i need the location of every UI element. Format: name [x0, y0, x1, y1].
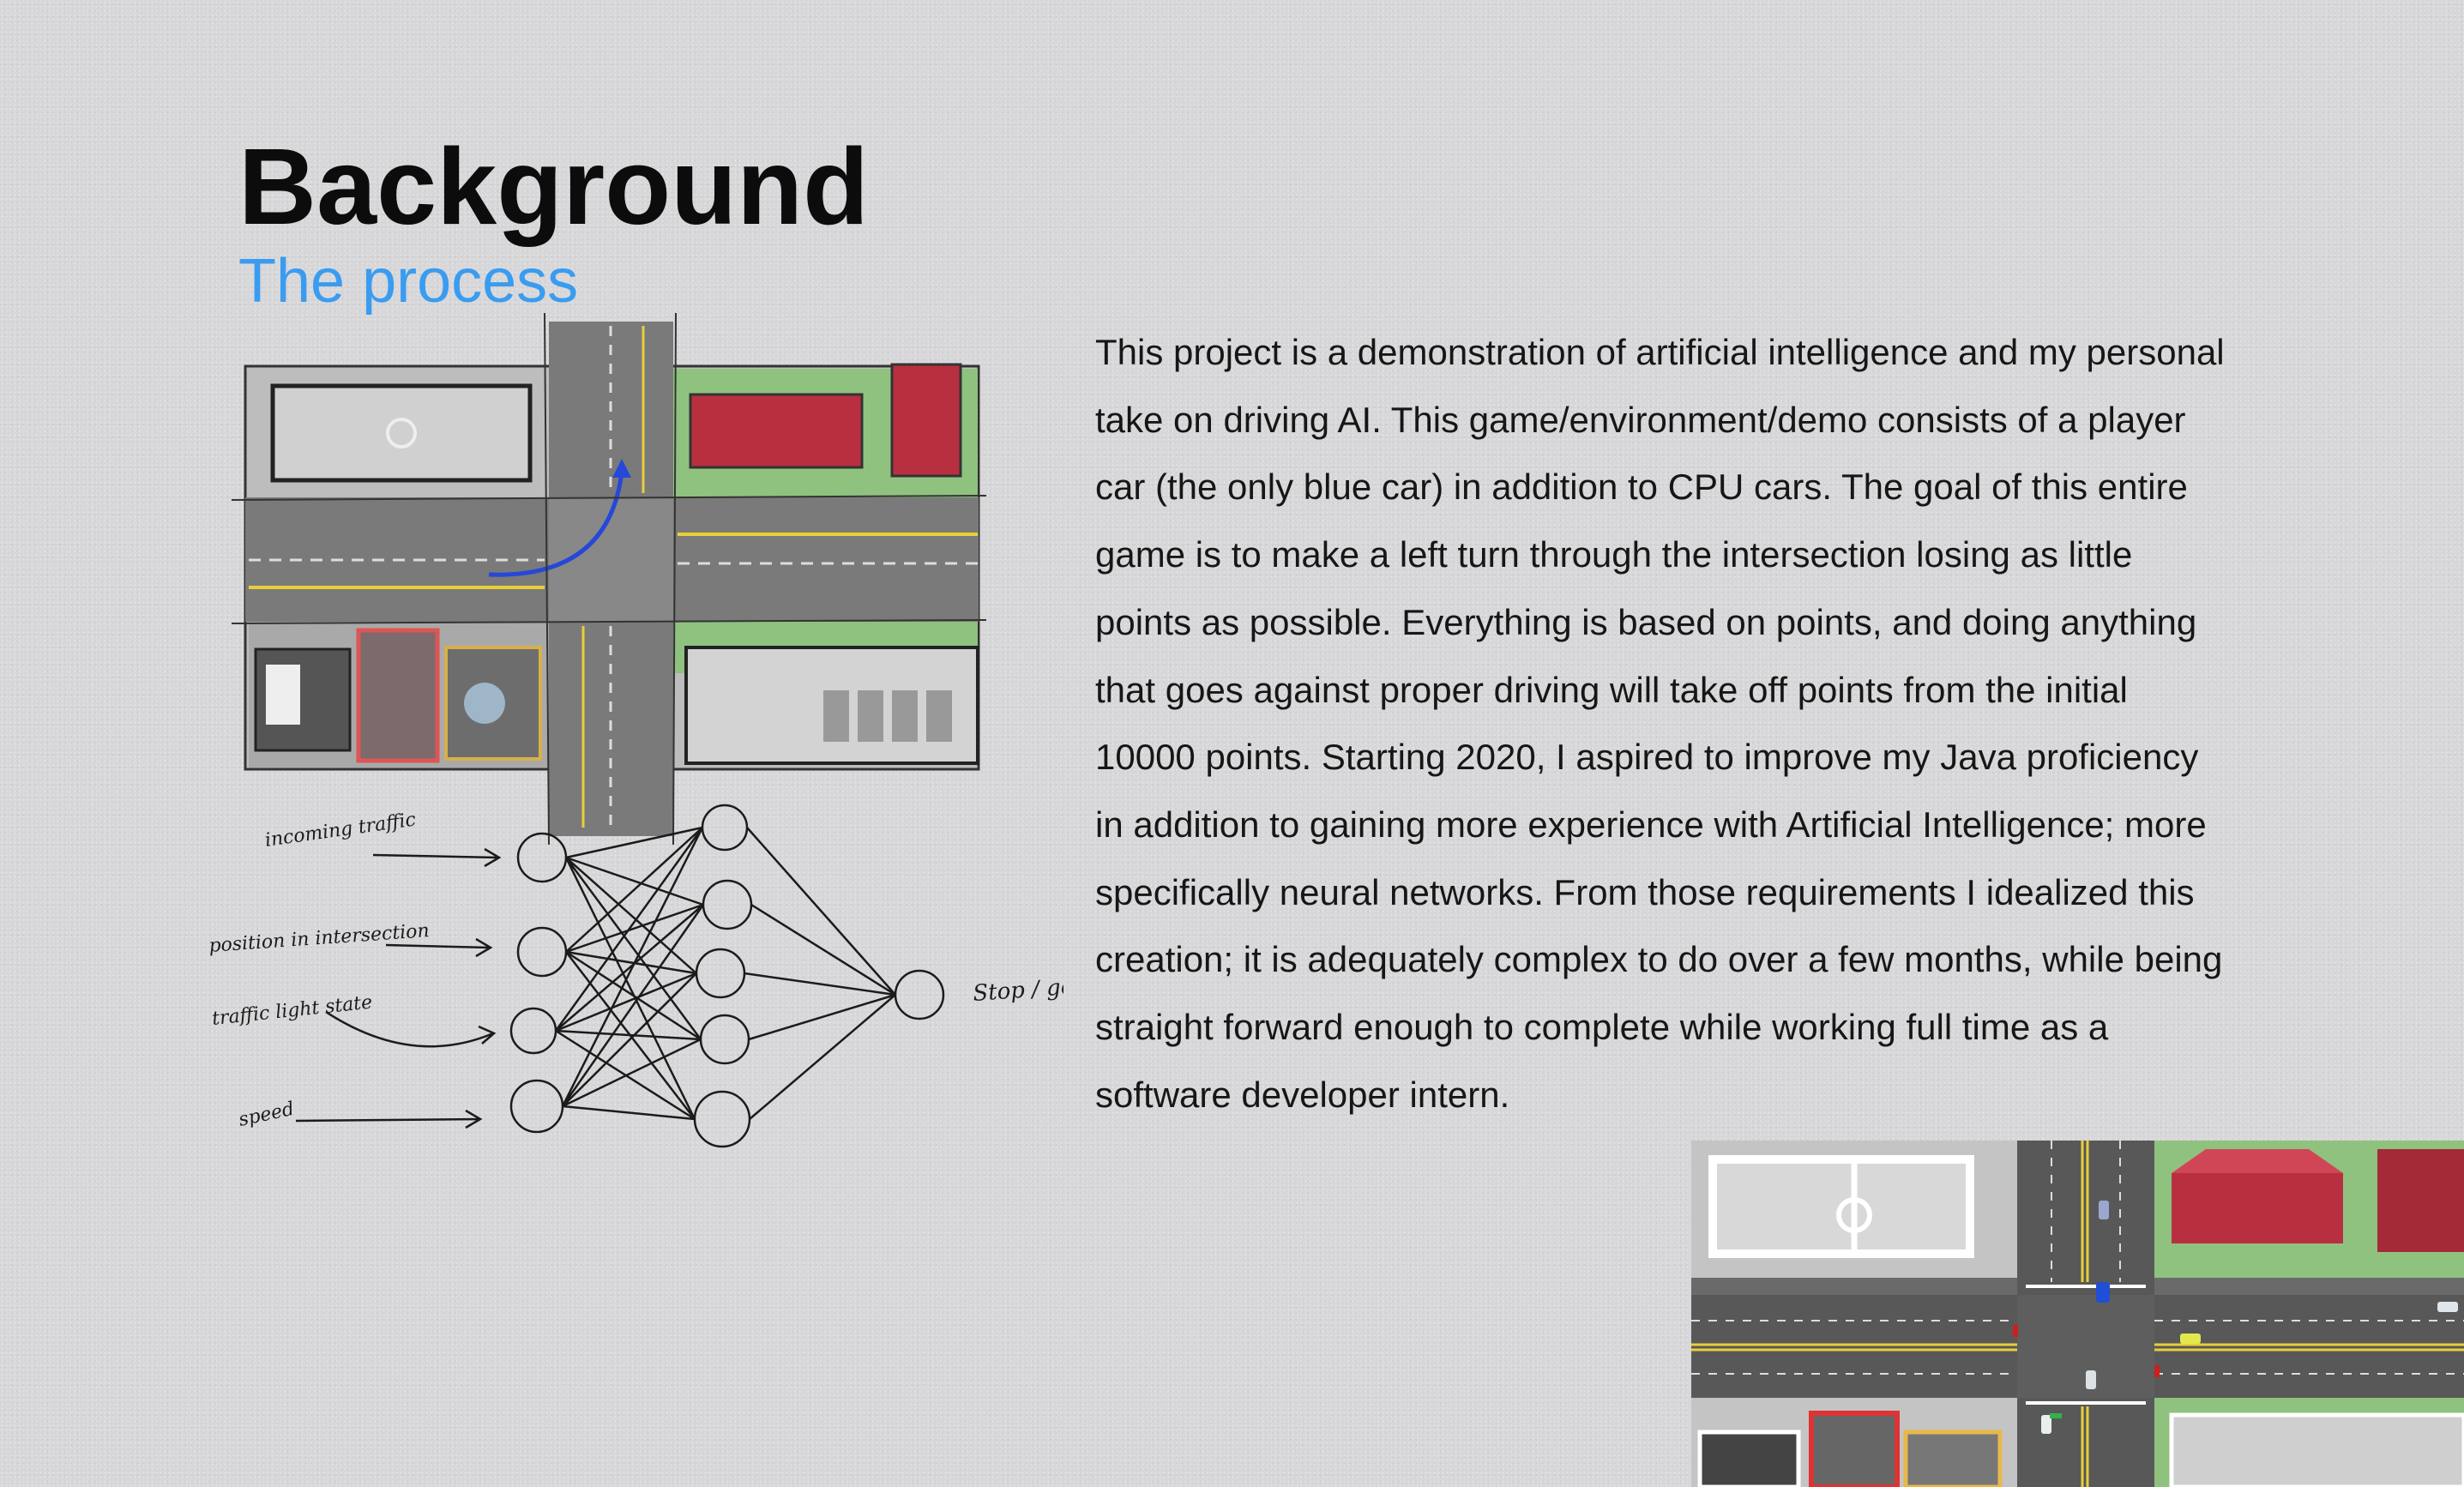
input-label-incoming-traffic: incoming traffic [263, 810, 417, 852]
traffic-light [2154, 1365, 2160, 1377]
cpu-car [2437, 1302, 2458, 1312]
description-paragraph: This project is a demonstration of artif… [1095, 332, 2225, 1115]
cpu-car [2086, 1370, 2096, 1389]
concept-sketch: incoming traffic position in intersectio… [208, 313, 1063, 1148]
sketch-intersection-drawing [231, 313, 987, 846]
output-label-stop-go: Stop / go [972, 974, 1063, 1007]
game-screenshot [1691, 1141, 2464, 1487]
input-label-position: position in intersection [208, 920, 431, 957]
slide-title: Background [238, 126, 870, 247]
traffic-light [2050, 1413, 2062, 1418]
game-map [1691, 1141, 2464, 1487]
slide-subtitle: The process [238, 247, 579, 316]
player-car [2096, 1282, 2110, 1303]
input-label-speed: speed [237, 1099, 296, 1131]
traffic-light [2013, 1325, 2018, 1337]
cpu-car [2099, 1201, 2109, 1219]
cpu-car [2180, 1333, 2201, 1344]
sketch-neural-network [295, 804, 945, 1148]
